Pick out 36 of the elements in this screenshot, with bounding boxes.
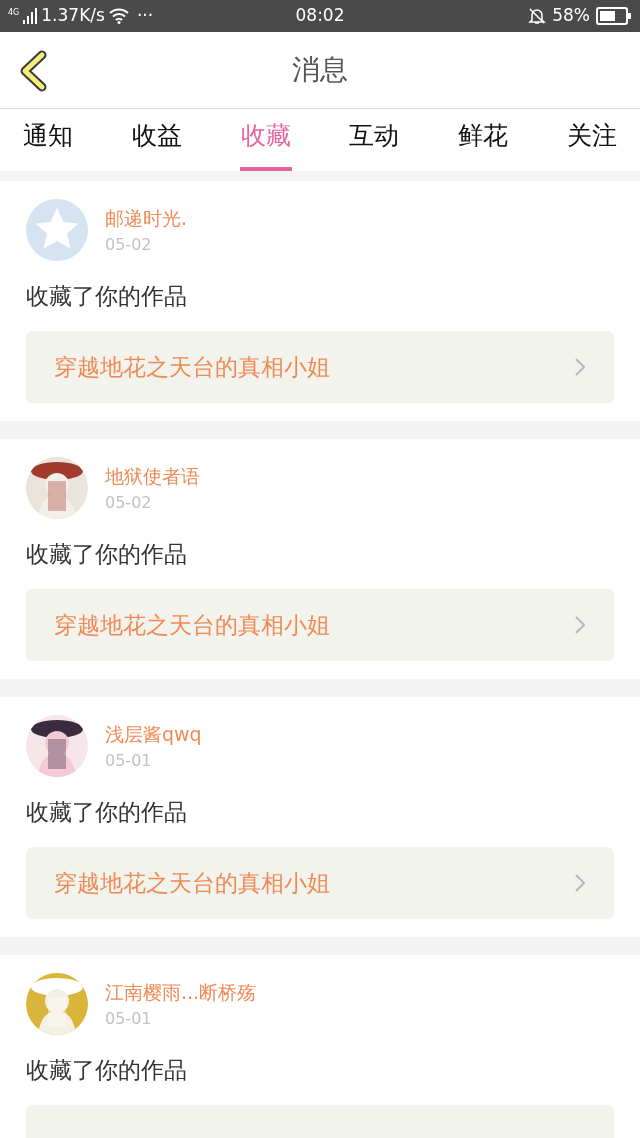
- tab[interactable]: 通知: [22, 109, 74, 171]
- chevron-right-icon: [574, 615, 586, 635]
- user-name[interactable]: 江南樱雨...断桥殇: [105, 977, 257, 1007]
- message-text: 收藏了你的作品: [26, 283, 187, 309]
- battery-icon: [596, 7, 632, 25]
- message-date: 05-01: [105, 1008, 153, 1030]
- chevron-right-icon: [574, 357, 586, 377]
- network-speed: 1.37K/s: [41, 4, 105, 28]
- page-title: 消息: [292, 53, 348, 86]
- work-link[interactable]: 穿越地花之天台的真相小姐: [26, 847, 614, 919]
- message-date: 05-02: [105, 234, 153, 256]
- tab[interactable]: 互动: [348, 109, 401, 171]
- signal-icon: [23, 8, 38, 24]
- message-date: 05-01: [105, 750, 153, 772]
- message-text: 收藏了你的作品: [26, 799, 187, 825]
- battery-level: 58%: [552, 4, 590, 28]
- wifi-icon: [108, 8, 129, 24]
- clock: 08:02: [295, 5, 345, 26]
- tab[interactable]: 收益: [130, 109, 183, 171]
- user-name[interactable]: 邮递时光.: [105, 203, 188, 233]
- network-type: 4G: [8, 9, 20, 18]
- more-indicator: ···: [136, 4, 154, 28]
- message-text: 收藏了你的作品: [26, 541, 187, 567]
- tab[interactable]: 收藏: [239, 109, 292, 171]
- mute-bell-icon: [528, 7, 547, 25]
- work-link[interactable]: 穿越地花之天台的真相小姐: [26, 589, 614, 661]
- tab[interactable]: 关注: [566, 109, 618, 171]
- message-text: 收藏了你的作品: [26, 1057, 187, 1083]
- back-chevron-icon: [18, 50, 48, 92]
- message-date: 05-02: [105, 492, 153, 514]
- user-name[interactable]: 浅层酱qwq: [105, 719, 202, 749]
- default-avatar-icon: [26, 199, 88, 261]
- tab[interactable]: 鲜花: [457, 109, 510, 171]
- chevron-right-icon: [574, 873, 586, 893]
- user-name[interactable]: 地狱使者语: [105, 461, 200, 491]
- work-link[interactable]: 穿越地花之天台的真相小姐: [26, 331, 614, 403]
